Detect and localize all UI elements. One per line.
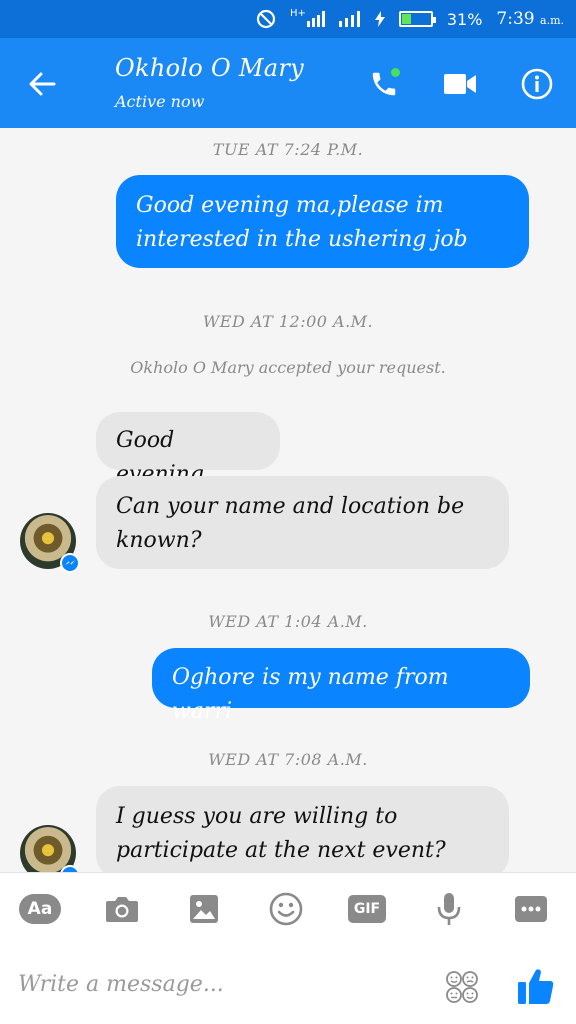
microphone-icon — [437, 893, 461, 925]
signal-icon — [338, 11, 361, 27]
thumbs-up-icon — [518, 969, 554, 1004]
clock-time: 7:39 — [496, 9, 535, 29]
contact-name[interactable]: Okholo O Mary — [115, 54, 304, 82]
avatar[interactable] — [20, 513, 80, 573]
clock-suffix: a.m. — [540, 14, 564, 27]
messenger-badge-icon — [60, 553, 80, 573]
status-bar: H+ 31% 7:39 a.m. — [0, 0, 576, 38]
outgoing-message[interactable]: Oghore is my name from warri — [152, 648, 530, 724]
outgoing-message[interactable]: Good evening ma,please im interested in … — [116, 175, 529, 268]
more-icon — [515, 896, 547, 922]
timestamp: WED AT 7:08 A.M. — [208, 750, 368, 769]
timestamp: WED AT 1:04 A.M. — [208, 612, 368, 631]
incoming-message[interactable]: Good evening — [96, 412, 280, 487]
signal-h-plus-icon: H+ — [290, 8, 325, 27]
avatar[interactable] — [20, 825, 80, 872]
composer: Aa GIF Write a message... — [0, 872, 576, 1024]
text-style-label: Aa — [27, 899, 53, 919]
message-list[interactable]: TUE AT 7:24 P.M. Good evening ma,please … — [0, 128, 576, 872]
timestamp: TUE AT 7:24 P.M. — [212, 140, 364, 159]
sticker-button[interactable] — [440, 965, 484, 1009]
battery-fill — [401, 14, 412, 24]
camera-button[interactable] — [100, 887, 144, 931]
camera-icon — [106, 897, 138, 922]
video-call-button[interactable] — [440, 64, 480, 104]
clock: 7:39 a.m. — [496, 9, 564, 29]
conversation-header: Okholo O Mary Active now — [0, 38, 576, 128]
sticker-icon — [446, 971, 478, 1003]
more-button[interactable] — [509, 887, 553, 931]
voice-clip-button[interactable] — [427, 887, 471, 931]
incoming-message[interactable]: I guess you are willing to participate a… — [96, 786, 509, 872]
info-button[interactable] — [517, 64, 557, 104]
back-button[interactable] — [22, 64, 62, 104]
timestamp: WED AT 12:00 A.M. — [202, 312, 374, 331]
online-indicator — [391, 68, 400, 77]
battery-icon — [398, 11, 436, 27]
text-style-icon: Aa — [19, 894, 61, 924]
incoming-message[interactable]: Can your name and location be known? — [96, 476, 509, 569]
gif-label: GIF — [353, 901, 381, 917]
messenger-badge-icon — [60, 865, 80, 872]
battery-percent: 31% — [446, 9, 483, 29]
emoji-icon — [269, 892, 303, 926]
charging-bolt-icon — [374, 11, 385, 27]
back-arrow-icon — [29, 72, 56, 96]
request-accepted-notice: Okholo O Mary accepted your request. — [130, 358, 446, 377]
text-style-button[interactable]: Aa — [18, 887, 62, 931]
gif-icon: GIF — [348, 895, 386, 923]
like-button[interactable] — [513, 963, 559, 1009]
emoji-button[interactable] — [264, 887, 308, 931]
gallery-button[interactable] — [182, 887, 226, 931]
image-icon — [190, 895, 218, 923]
contact-status: Active now — [115, 92, 205, 111]
gif-button[interactable]: GIF — [345, 887, 389, 931]
do-not-disturb-icon — [256, 9, 276, 29]
message-input[interactable]: Write a message... — [18, 965, 418, 1005]
voice-call-button[interactable] — [364, 64, 404, 104]
info-icon — [521, 68, 553, 100]
video-camera-icon — [444, 74, 476, 94]
